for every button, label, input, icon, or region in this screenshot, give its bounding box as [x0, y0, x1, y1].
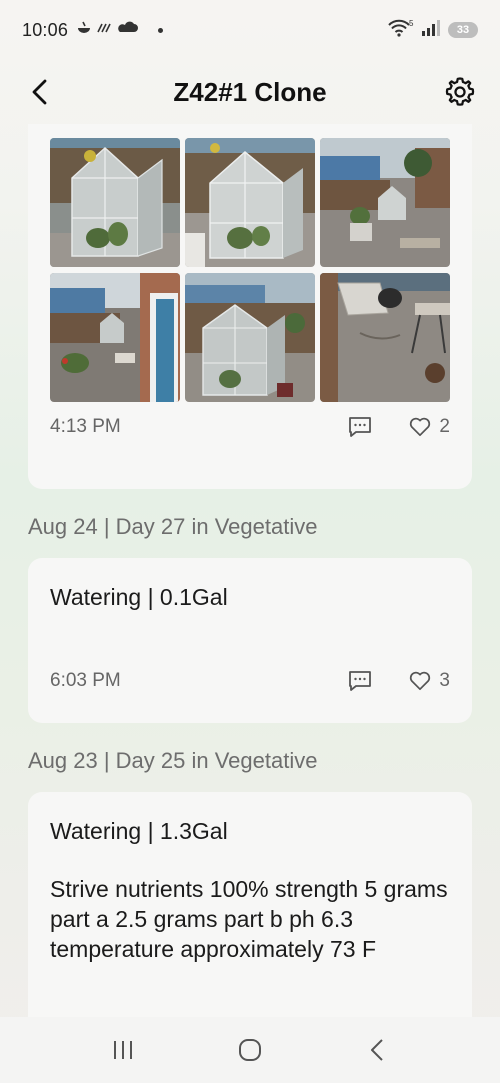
- notification-icons: [76, 20, 146, 41]
- system-navigation-bar: [0, 1017, 500, 1083]
- more-notifications-dot: [158, 27, 164, 33]
- post-time: 4:13 PM: [50, 416, 121, 437]
- yard-photo[interactable]: [320, 273, 450, 402]
- greenhouse-photo[interactable]: [50, 138, 180, 267]
- comment-button[interactable]: [347, 668, 373, 694]
- status-left: 10:06: [22, 19, 164, 41]
- timeline-feed[interactable]: 4:13 PM 2 Aug 24 | Day 27 in Vegetative: [0, 124, 500, 1017]
- chevron-left-icon: [32, 79, 47, 105]
- watering-post-card[interactable]: Watering | 0.1Gal 6:03 PM 3: [28, 558, 472, 723]
- wifi-icon: 5: [388, 19, 414, 42]
- day-header: Aug 24 | Day 27 in Vegetative: [28, 514, 318, 539]
- like-button[interactable]: 2: [409, 416, 450, 438]
- post-actions: 3: [347, 668, 450, 694]
- post-footer: 6:03 PM 3: [50, 668, 450, 694]
- photo-grid: [50, 138, 450, 402]
- comment-icon: [349, 671, 372, 691]
- recent-apps-button[interactable]: [103, 1030, 143, 1070]
- day-header: Aug 23 | Day 25 in Vegetative: [28, 748, 318, 773]
- battery-indicator: 33: [448, 22, 478, 38]
- top-app-bar: Z42#1 Clone: [0, 60, 500, 124]
- status-right: 5 33: [388, 19, 478, 42]
- settings-button[interactable]: [442, 74, 478, 110]
- post-time: 6:03 PM: [50, 670, 121, 691]
- like-button[interactable]: 3: [409, 670, 450, 692]
- comment-button[interactable]: [347, 414, 373, 440]
- post-title: Watering | 1.3Gal: [50, 818, 228, 844]
- post-actions: 2: [347, 414, 450, 440]
- comment-icon: [349, 417, 372, 437]
- recent-apps-icon: [114, 1041, 133, 1059]
- signal-icon: [422, 19, 440, 41]
- status-time: 10:06: [22, 19, 69, 40]
- page-title: Z42#1 Clone: [173, 76, 327, 107]
- backyard-photo[interactable]: [320, 138, 450, 267]
- post-title: Watering | 0.1Gal: [50, 584, 228, 610]
- photo-post-card[interactable]: 4:13 PM 2: [28, 124, 472, 489]
- home-button[interactable]: [230, 1030, 270, 1070]
- system-back-button[interactable]: [357, 1030, 397, 1070]
- patio-photo[interactable]: [50, 273, 180, 402]
- watering-post-card[interactable]: Watering | 1.3Gal Strive nutrients 100% …: [28, 792, 472, 1017]
- home-icon: [238, 1039, 261, 1061]
- heart-icon: [410, 417, 431, 437]
- post-body: Strive nutrients 100% strength 5 grams p…: [50, 876, 448, 962]
- greenhouse-photo[interactable]: [185, 273, 315, 402]
- back-button[interactable]: [24, 76, 54, 108]
- greenhouse-photo[interactable]: [185, 138, 315, 267]
- gear-icon: [445, 77, 475, 106]
- like-count: 2: [439, 416, 450, 437]
- svg-text:5: 5: [409, 19, 414, 28]
- heart-icon: [410, 671, 431, 691]
- back-arrow-icon: [370, 1039, 383, 1061]
- like-count: 3: [439, 670, 450, 691]
- post-footer: 4:13 PM 2: [50, 414, 450, 440]
- app-notification-icons: [78, 21, 139, 33]
- status-bar: 10:06 5 33: [0, 0, 500, 60]
